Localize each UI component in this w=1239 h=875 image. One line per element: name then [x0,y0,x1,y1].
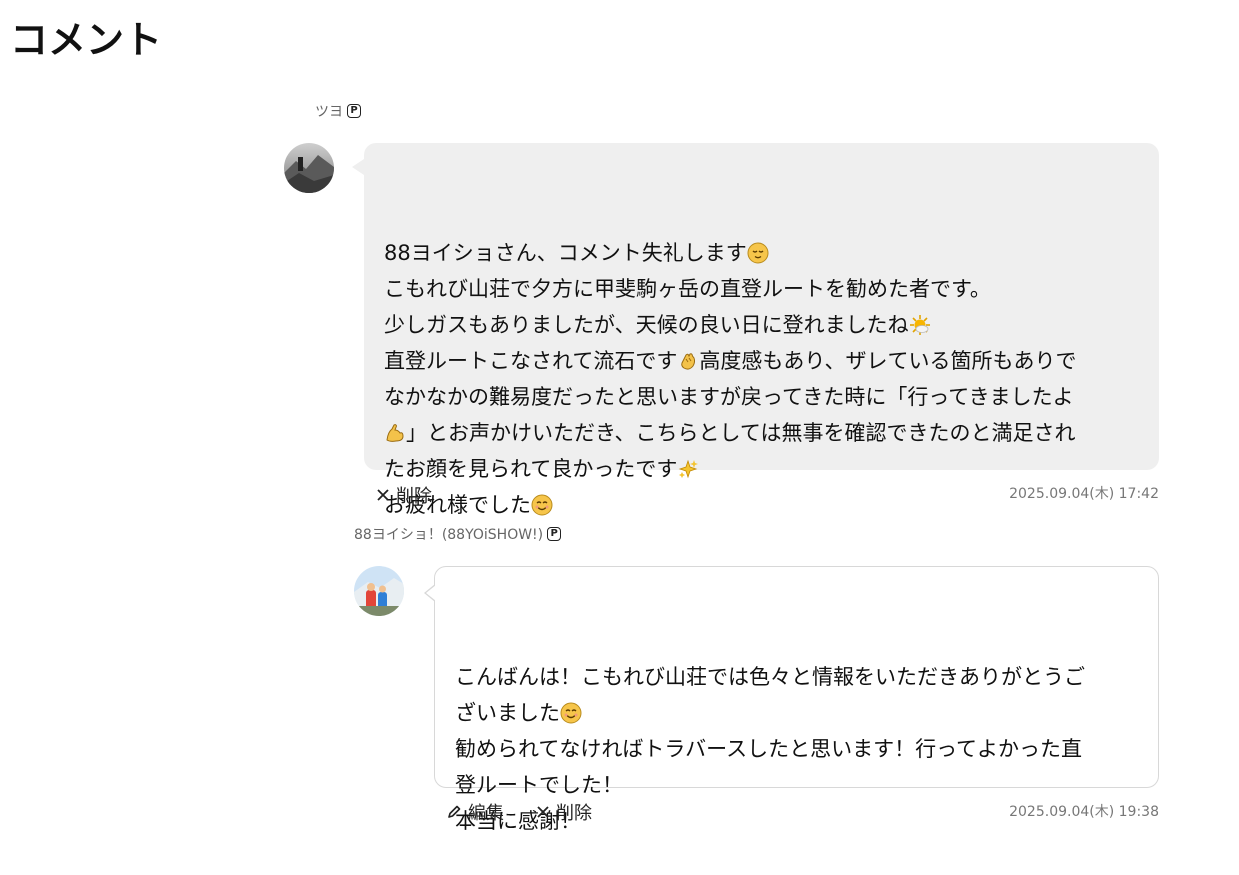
flexed-biceps-icon [386,424,404,442]
delete-button[interactable]: 削除 [536,799,592,825]
premium-badge-icon: P [347,104,361,118]
delete-label: 削除 [396,486,432,507]
relieved-face-icon [747,242,769,264]
comment-user-line[interactable]: ツヨ P [315,101,361,121]
pencil-icon [448,805,461,818]
comment-user-name[interactable]: ツヨ [315,101,343,121]
avatar-photo-icon [354,566,404,616]
close-icon [537,806,549,818]
edit-button[interactable]: 編集 [446,799,504,825]
edit-label: 編集 [468,803,504,824]
comment-user-name[interactable]: 88ヨイショ！(88YOiSHOW!) [354,524,543,544]
comment-user-line[interactable]: 88ヨイショ！(88YOiSHOW!) P [354,524,562,544]
page-title: コメント [10,18,163,62]
smiling-face-icon [531,494,553,516]
sparkles-icon [679,459,699,479]
smiling-face-icon [560,702,582,724]
comment-timestamp: 2025.09.04(木) 17:42 [1009,486,1159,502]
delete-label: 削除 [556,803,592,824]
comment-bubble: 88ヨイショさん、コメント失礼します こもれび山荘で夕方に甲斐駒ヶ岳の直登ルートを… [352,143,1159,517]
sun-behind-cloud-icon [909,315,930,335]
delete-button[interactable]: 削除 [376,482,432,508]
comment-timestamp: 2025.09.04(木) 19:38 [1009,804,1159,820]
avatar[interactable] [354,566,404,616]
avatar-photo-icon [284,143,334,193]
clapping-hands-icon [681,353,696,370]
avatar[interactable] [284,143,334,193]
close-icon [377,489,389,501]
premium-badge-icon: P [547,527,562,541]
reply-bubble: こんばんは！こもれび山荘では色々と情報をいただきありがとうご ざいました 勧められて… [424,566,1159,833]
comment-text: 88ヨイショさん、コメント失礼します こもれび山荘で夕方に甲斐駒ヶ岳の直登ルートを… [384,241,1077,517]
